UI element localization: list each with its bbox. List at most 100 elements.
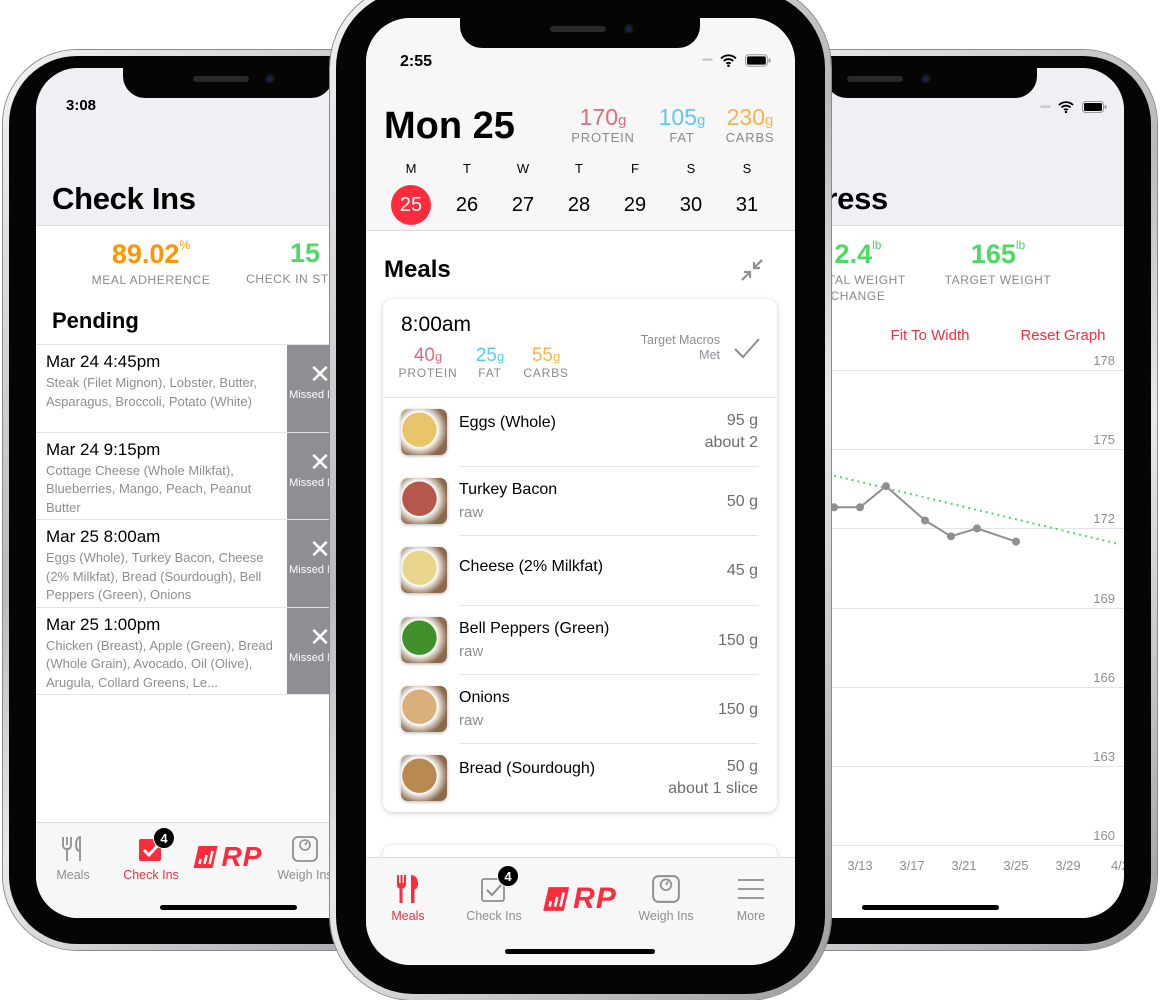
food-amount: 150 g <box>718 699 758 721</box>
food-row[interactable]: Eggs (Whole) 95 g about 2 <box>383 398 777 468</box>
weight-point[interactable] <box>856 503 864 512</box>
collapse-icon[interactable] <box>740 258 764 282</box>
target-macros-status: Target Macros Met <box>641 333 720 363</box>
weekday-letter: S <box>742 161 752 176</box>
wifi-icon <box>720 54 737 67</box>
tab-more[interactable]: More <box>706 874 795 923</box>
food-row[interactable]: Cheese (2% Milkfat) 45 g <box>383 536 777 606</box>
rp-logo[interactable]: RP <box>193 841 263 873</box>
food-prep: raw <box>459 711 484 729</box>
pending-details: Eggs (Whole), Turkey Bacon, Cheese (2% M… <box>46 550 264 602</box>
status-line: Met <box>699 348 720 362</box>
day-30[interactable]: 30 <box>671 185 711 225</box>
meals-title: Meals <box>384 256 451 283</box>
food-amount-desc: about 1 slice <box>668 780 758 797</box>
battery-icon <box>745 54 771 67</box>
status-line: Target Macros <box>640 333 720 347</box>
weight-point[interactable] <box>882 482 890 491</box>
food-amount-value: 150 g <box>717 700 758 718</box>
tab-label: Check Ins <box>123 868 179 882</box>
rp-logo[interactable]: RP <box>543 882 617 916</box>
food-name: Cheese (2% Milkfat) <box>459 558 604 576</box>
food-amount: 50 g about 1 slice <box>668 756 758 800</box>
weight-point[interactable] <box>1012 537 1020 546</box>
food-amount-value: 95 g <box>726 412 758 429</box>
food-amount-value: 50 g <box>726 758 758 775</box>
status-time: 2:55 <box>400 53 433 70</box>
status-icons: •••• <box>702 54 771 67</box>
weekday-letter: T <box>463 161 471 176</box>
food-name: Turkey Bacon <box>459 481 558 499</box>
macro-label: CARBS <box>523 366 569 380</box>
tab-label: Check Ins <box>466 909 522 923</box>
tab-weigh-ins[interactable]: Weigh Ins <box>621 874 711 923</box>
macro-label: PROTEIN <box>571 130 635 145</box>
stat-value: 89.02 <box>111 239 180 269</box>
weight-point[interactable] <box>973 524 981 533</box>
food-amount: 45 g <box>727 560 758 582</box>
weekday-letter: M <box>405 161 417 176</box>
day-28[interactable]: 28 <box>559 185 599 225</box>
weekday-letter: T <box>575 161 583 176</box>
food-amount-desc: about 2 <box>704 434 758 451</box>
food-amount-value: 50 g <box>726 493 758 511</box>
meal-macro-carbs: 55g CARBS <box>501 345 591 380</box>
pending-details: Cottage Cheese (Whole Milkfat), Blueberr… <box>46 462 252 515</box>
rp-logo-bars-icon <box>543 887 570 911</box>
food-name: Eggs (Whole) <box>459 414 556 431</box>
rp-logo-text: RP <box>573 882 617 915</box>
home-indicator <box>862 905 999 910</box>
fork-knife-icon <box>62 836 81 861</box>
pending-details: Chicken (Breast), Apple (Green), Bread (… <box>46 637 273 690</box>
home-indicator <box>505 949 655 954</box>
food-thumbnail <box>401 409 447 455</box>
tab-meals[interactable]: Meals <box>366 874 453 923</box>
day-31[interactable]: 31 <box>727 185 767 225</box>
meal-time: 8:00am <box>401 313 472 336</box>
food-amount-value: 150 g <box>717 631 758 649</box>
food-amount: 150 g <box>718 630 758 652</box>
hamburger-icon <box>738 879 764 899</box>
checkmark-icon <box>734 338 760 359</box>
pending-title: Mar 25 1:00pm <box>46 614 161 634</box>
tab-check-ins[interactable]: Check Ins 4 <box>106 827 196 882</box>
tab-check-ins[interactable]: Check Ins 4 <box>449 865 539 923</box>
food-prep: raw <box>459 642 484 660</box>
macro-value: 170 <box>579 104 619 130</box>
rp-logo-text: RP <box>221 841 263 872</box>
macro-value: 40 <box>413 345 435 366</box>
food-row[interactable]: Turkey Bacon raw 50 g <box>383 467 777 537</box>
weight-point[interactable] <box>921 516 929 525</box>
day-29[interactable]: 29 <box>615 185 655 225</box>
stat-value: 15 <box>289 238 321 268</box>
meal-card[interactable]: 8:00am 40g PROTEIN 25g FAT 55g CARBS Target M… <box>383 299 777 812</box>
weight-point[interactable] <box>947 532 955 541</box>
weight-line <box>834 484 1017 543</box>
meals-screen: 2:55 •••• Mon 25 170g PROTEIN 105g FAT 230g C… <box>366 18 795 965</box>
weekday-letter: S <box>686 161 696 176</box>
day-26[interactable]: 26 <box>447 185 487 225</box>
day-25[interactable]: 25 <box>391 185 431 225</box>
daily-macro-protein: 170g PROTEIN <box>558 104 648 145</box>
food-name: Onions <box>459 688 510 706</box>
pending-title: Mar 25 8:00am <box>46 527 161 546</box>
notch <box>123 68 333 98</box>
macro-value: 25 <box>475 345 497 366</box>
food-row[interactable]: Onions raw 150 g <box>383 675 777 744</box>
weekday-letter: F <box>631 161 639 176</box>
macro-label: CARBS <box>725 130 775 145</box>
date-title: Mon 25 <box>384 105 515 147</box>
tab-label: Meals <box>391 909 425 923</box>
weekday-letter: W <box>516 161 530 176</box>
page-title: Check Ins <box>52 181 196 216</box>
food-name: Bell Peppers (Green) <box>459 619 610 637</box>
fork-knife-icon <box>397 875 418 903</box>
food-name: Bread (Sourdough) <box>459 760 596 777</box>
pending-title: Mar 24 9:15pm <box>46 439 161 459</box>
food-row[interactable]: Bell Peppers (Green) raw 150 g <box>383 606 777 675</box>
food-row[interactable]: Bread (Sourdough) 50 g about 1 slice <box>383 744 777 813</box>
day-27[interactable]: 27 <box>503 185 543 225</box>
badge-count: 4 <box>153 827 175 849</box>
weight-point[interactable] <box>830 503 838 512</box>
stat-meal-adherence: 89.02% MEAL ADHERENCE <box>66 238 236 288</box>
